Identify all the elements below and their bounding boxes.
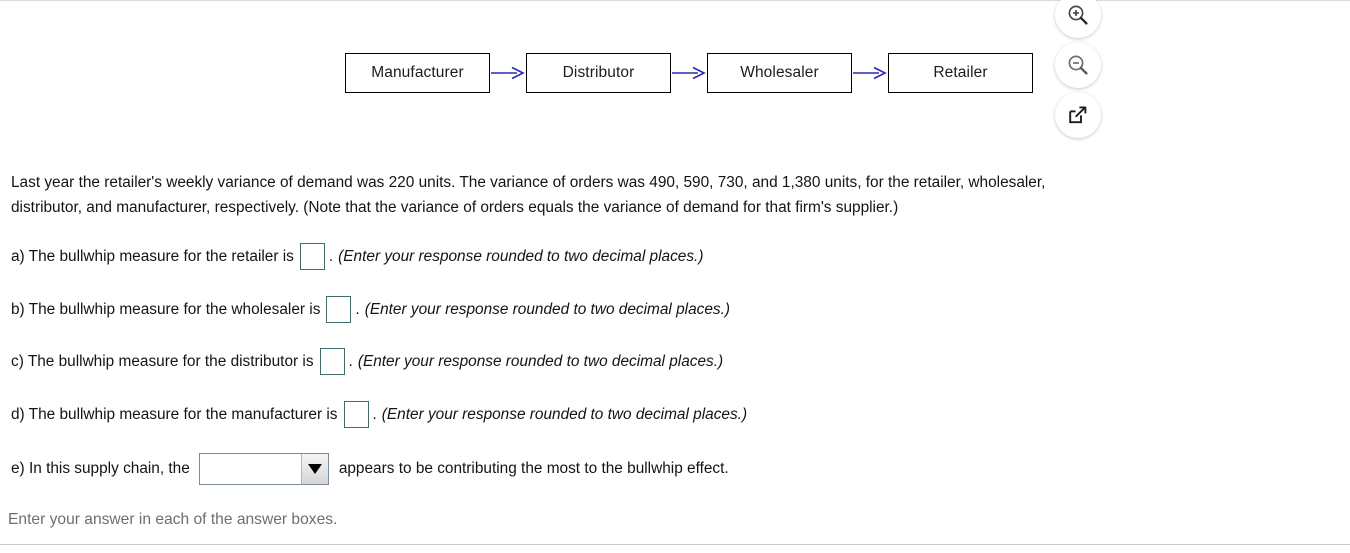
question-e-tail: appears to be contributing the most to t… xyxy=(338,460,729,477)
question-d-period: . xyxy=(372,405,377,423)
pop-out-icon xyxy=(1066,103,1090,127)
answer-input-b[interactable] xyxy=(326,296,352,323)
question-b-hint: (Enter your response rounded to two deci… xyxy=(364,300,730,318)
question-d-label: d) The bullwhip measure for the manufact… xyxy=(11,405,338,423)
question-c-period: . xyxy=(348,352,353,370)
problem-statement-line-2: distributor, and manufacturer, respectiv… xyxy=(11,199,899,216)
supply-chain-diagram: Manufacturer Distributor Wholesaler Reta… xyxy=(345,52,1033,94)
pop-out-button[interactable] xyxy=(1055,92,1101,138)
diagram-node-label: Wholesaler xyxy=(740,64,819,81)
question-a-period: . xyxy=(328,247,334,265)
diagram-arrow-3 xyxy=(852,63,888,83)
diagram-arrow-1 xyxy=(490,63,526,83)
diagram-node-label: Manufacturer xyxy=(371,64,464,81)
diagram-node-wholesaler: Wholesaler xyxy=(707,53,852,93)
chevron-down-icon xyxy=(307,464,322,474)
problem-statement: Last year the retailer's weekly variance… xyxy=(11,170,1341,220)
diagram-node-label: Retailer xyxy=(933,64,988,81)
diagram-node-distributor: Distributor xyxy=(526,53,671,93)
diagram-node-retailer: Retailer xyxy=(888,53,1033,93)
question-a-label: a) The bullwhip measure for the retailer… xyxy=(11,247,294,265)
problem-statement-line-1: Last year the retailer's weekly variance… xyxy=(11,174,1046,191)
question-b-label: b) The bullwhip measure for the wholesal… xyxy=(11,300,321,318)
answer-input-d[interactable] xyxy=(343,401,369,428)
zoom-out-icon xyxy=(1066,53,1090,77)
question-c: c) The bullwhip measure for the distribu… xyxy=(11,348,723,375)
question-a-hint: (Enter your response rounded to two deci… xyxy=(338,247,704,265)
question-a: a) The bullwhip measure for the retailer… xyxy=(11,243,703,270)
diagram-node-manufacturer: Manufacturer xyxy=(345,53,490,93)
footer-hint: Enter your answer in each of the answer … xyxy=(8,511,338,528)
answer-input-c[interactable] xyxy=(319,348,345,375)
question-d-hint: (Enter your response rounded to two deci… xyxy=(381,405,748,423)
answer-select-e[interactable] xyxy=(198,453,329,485)
question-e: e) In this supply chain, the appears to … xyxy=(11,453,729,485)
bottom-divider xyxy=(0,544,1350,545)
question-b-period: . xyxy=(355,300,360,318)
zoom-out-button[interactable] xyxy=(1055,42,1101,88)
top-divider xyxy=(0,0,1350,1)
question-d: d) The bullwhip measure for the manufact… xyxy=(11,401,747,428)
question-e-label: e) In this supply chain, the xyxy=(11,460,190,477)
question-c-hint: (Enter your response rounded to two deci… xyxy=(357,352,724,370)
answer-select-e-value xyxy=(200,454,301,484)
zoom-in-button[interactable] xyxy=(1055,0,1101,38)
diagram-arrow-2 xyxy=(671,63,707,83)
question-b: b) The bullwhip measure for the wholesal… xyxy=(11,296,730,323)
answer-input-a[interactable] xyxy=(299,243,325,270)
image-tool-rail xyxy=(1055,0,1103,142)
question-c-label: c) The bullwhip measure for the distribu… xyxy=(11,352,314,370)
zoom-in-icon xyxy=(1066,3,1090,27)
answer-select-e-button[interactable] xyxy=(300,454,328,484)
diagram-node-label: Distributor xyxy=(562,64,635,81)
